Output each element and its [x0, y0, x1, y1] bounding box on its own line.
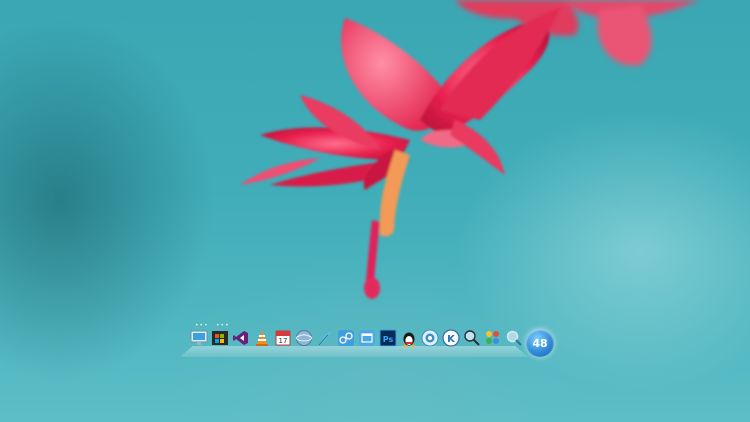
feather-icon[interactable]	[316, 329, 334, 347]
vlc-cone-icon[interactable]	[253, 329, 271, 347]
running-indicator: •••	[195, 322, 209, 329]
dock-shelf	[180, 346, 528, 357]
calendar-icon[interactable]: 17	[274, 329, 292, 347]
k-app-label: K	[447, 334, 456, 345]
windows-flag-icon[interactable]: •••	[211, 323, 229, 347]
window-icon[interactable]	[358, 329, 376, 347]
monitor-icon[interactable]: •••	[190, 323, 208, 347]
k-app-icon[interactable]: K	[442, 329, 460, 347]
wallpaper-flower-image	[240, 0, 700, 299]
svg-text:17: 17	[279, 337, 288, 345]
colorful-app-icon[interactable]	[484, 329, 502, 347]
photoshop-label: Ps	[383, 335, 394, 344]
search-magnifier-icon[interactable]	[463, 329, 481, 347]
dock: ••• ••• 17 Ps K	[180, 323, 528, 357]
qq-penguin-icon[interactable]	[400, 329, 418, 347]
photoshop-icon[interactable]: Ps	[379, 329, 397, 347]
dock-icons: ••• ••• 17 Ps K	[190, 323, 523, 347]
globe-icon[interactable]	[295, 329, 313, 347]
running-indicator: •••	[216, 322, 230, 329]
start-orb-button[interactable]: 48	[526, 329, 554, 357]
visual-studio-icon[interactable]	[232, 329, 250, 347]
browser-icon[interactable]	[421, 329, 439, 347]
search-icon[interactable]	[505, 329, 523, 347]
desktop: ••• ••• 17 Ps K 48	[0, 0, 750, 422]
network-icon[interactable]	[337, 329, 355, 347]
start-orb-label: 48	[532, 336, 548, 350]
